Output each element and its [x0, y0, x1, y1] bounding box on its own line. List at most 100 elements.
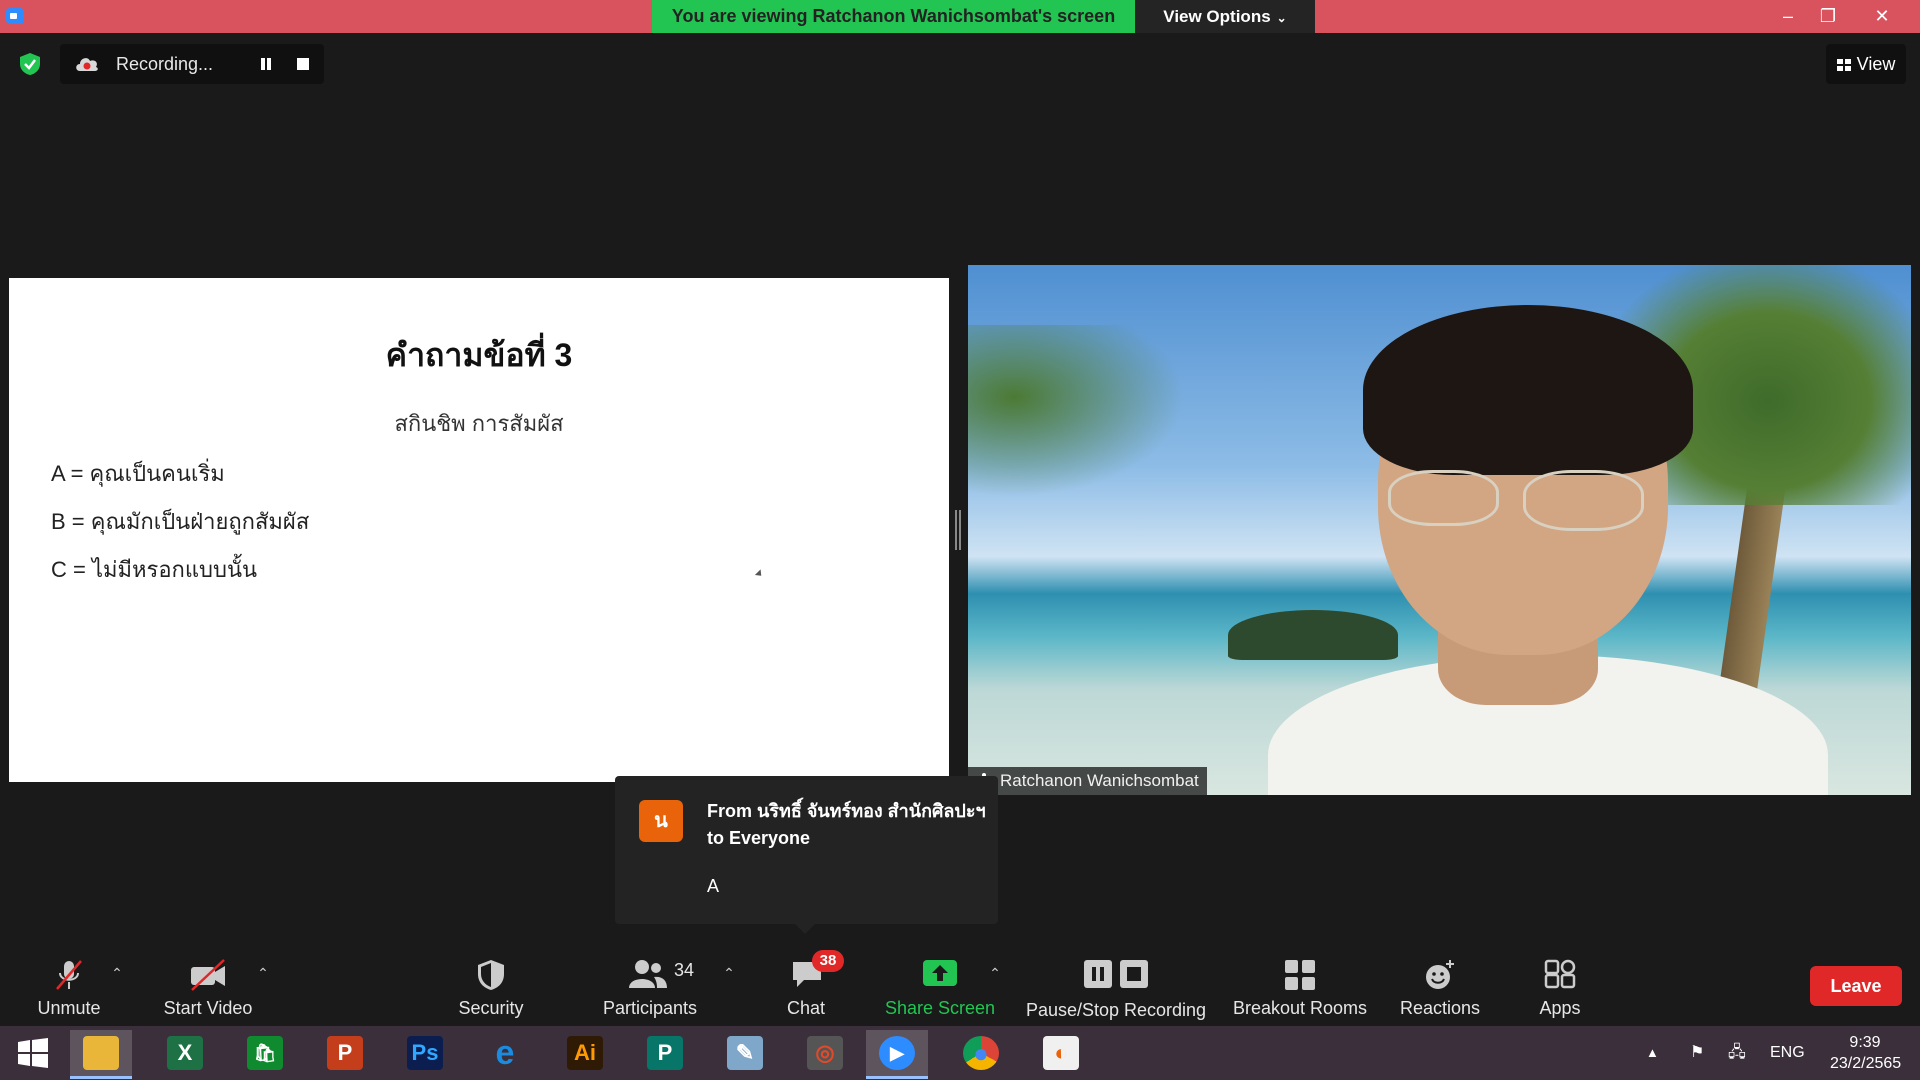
split-divider-handle[interactable]: [955, 510, 961, 550]
slide-subtitle: สกินชิพ การสัมผัส: [394, 411, 564, 436]
slide-option-a: A = คุณเป็นคนเริ่ม: [51, 461, 225, 486]
tray-overflow-chevron-icon[interactable]: ▲: [1646, 1026, 1659, 1080]
security-label: Security: [458, 998, 524, 1018]
video-glasses-left: [1388, 470, 1499, 526]
shared-screen-slide: คำถามข้อที่ 3 สกินชิพ การสัมผัส A = คุณเ…: [9, 278, 949, 782]
input-language[interactable]: ENG: [1770, 1026, 1805, 1080]
security-shield-icon[interactable]: [18, 52, 42, 76]
participants-icon: [629, 960, 667, 988]
taskbar-photoscape[interactable]: ◎: [794, 1030, 856, 1076]
share-screen-button[interactable]: Share Screen: [884, 948, 996, 1026]
taskbar-clock[interactable]: 9:39 23/2/2565: [1830, 1032, 1902, 1074]
slide-title: คำถามข้อที่ 3: [385, 337, 573, 373]
excel-icon: X: [167, 1036, 203, 1070]
slide-option-b: B = คุณมักเป็นฝ่ายถูกสัมผัส: [51, 509, 310, 534]
pause-stop-recording-button[interactable]: Pause/Stop Recording: [1024, 948, 1208, 1026]
breakout-rooms-button[interactable]: Breakout Rooms: [1230, 948, 1370, 1026]
recording-status: Recording...: [116, 54, 214, 74]
apps-label: Apps: [1539, 998, 1581, 1018]
action-center-flag-icon[interactable]: ⚑: [1690, 1026, 1704, 1080]
participants-options-caret-icon[interactable]: ⌃: [720, 964, 738, 982]
video-off-icon: [191, 959, 225, 991]
chrome-icon: ●: [963, 1036, 999, 1070]
clock-date: 23/2/2565: [1830, 1055, 1902, 1072]
meeting-toolbar: Unmute ⌃ Start Video ⌃ Security 34 Parti…: [0, 948, 1920, 1026]
video-palm-leaves-left: [968, 325, 1198, 505]
illustrator-icon: Ai: [567, 1036, 603, 1070]
security-button[interactable]: Security: [446, 948, 536, 1026]
taskbar-excel[interactable]: X: [154, 1030, 216, 1076]
chat-button[interactable]: 38 Chat: [768, 948, 844, 1026]
participant-name: Ratchanon Wanichsombat: [1000, 771, 1199, 790]
reactions-label: Reactions: [1399, 998, 1481, 1018]
unmute-label: Unmute: [37, 998, 101, 1018]
taskbar-store[interactable]: 🛍: [234, 1030, 296, 1076]
chat-sender-avatar: น: [639, 800, 683, 842]
clock-time: 9:39: [1849, 1034, 1881, 1051]
view-options-button[interactable]: View Options ⌄: [1135, 0, 1315, 33]
taskbar-notepad[interactable]: ✎: [714, 1030, 776, 1076]
restore-button[interactable]: ❐: [1808, 0, 1848, 33]
slide-option-c: C = ไม่มีหรอกแบบนั้น: [51, 557, 258, 582]
paint-icon: ◐: [1043, 1036, 1079, 1070]
video-options-caret-icon[interactable]: ⌃: [254, 964, 272, 982]
video-glasses-right: [1523, 470, 1644, 531]
chat-notification-popup[interactable]: น From นริทธิ์ จันทร์ทอง สำนักศิลปะฯ to …: [615, 776, 998, 934]
close-button[interactable]: ✕: [1862, 0, 1902, 33]
taskbar-paint[interactable]: ◐: [1030, 1030, 1092, 1076]
reactions-emoji-icon: [1426, 960, 1454, 989]
taskbar-file-explorer[interactable]: [70, 1030, 132, 1079]
breakout-rooms-icon: [1285, 960, 1315, 990]
powerpoint-icon: P: [327, 1036, 363, 1070]
security-shield-outline-icon: [478, 960, 504, 990]
mouse-pointer-icon: [754, 569, 765, 579]
video-island: [1228, 610, 1398, 660]
taskbar-internet-explorer[interactable]: e: [474, 1030, 536, 1076]
audio-options-caret-icon[interactable]: ⌃: [108, 964, 126, 982]
apps-icon: [1544, 959, 1576, 989]
apps-button[interactable]: Apps: [1520, 948, 1600, 1026]
photoshop-icon: Ps: [407, 1036, 443, 1070]
taskbar-publisher[interactable]: P: [634, 1030, 696, 1076]
chat-message-text: A: [707, 876, 720, 896]
taskbar-powerpoint[interactable]: P: [314, 1030, 376, 1076]
stop-recording-button[interactable]: [297, 58, 309, 70]
taskbar-zoom[interactable]: ▶: [866, 1030, 928, 1079]
view-button[interactable]: View: [1826, 44, 1906, 84]
minimize-button[interactable]: –: [1768, 0, 1808, 33]
pause-stop-icon: [1084, 960, 1148, 988]
chat-label: Chat: [786, 998, 826, 1018]
breakout-rooms-label: Breakout Rooms: [1232, 998, 1368, 1018]
taskbar-chrome[interactable]: ●: [950, 1030, 1012, 1076]
muted-mic-icon: [56, 960, 82, 990]
network-icon[interactable]: 🖧: [1728, 1026, 1746, 1080]
pause-stop-recording-label: Pause/Stop Recording: [1025, 1000, 1207, 1020]
taskbar-illustrator[interactable]: Ai: [554, 1030, 616, 1076]
title-bar: You are viewing Ratchanon Wanichsombat's…: [0, 0, 1920, 33]
chat-unread-badge: 38: [812, 950, 844, 972]
leave-button[interactable]: Leave: [1810, 966, 1902, 1006]
view-label: View: [1856, 54, 1896, 74]
start-video-button[interactable]: Start Video: [150, 948, 266, 1026]
view-options-label: View Options: [1163, 7, 1271, 26]
taskbar-photoshop[interactable]: Ps: [394, 1030, 456, 1076]
participant-name-tag: Ratchanon Wanichsombat: [968, 767, 1207, 795]
photoscape-icon: ◎: [807, 1036, 843, 1070]
notepad-icon: ✎: [727, 1036, 763, 1070]
recording-indicator: Recording...: [60, 44, 324, 84]
reactions-button[interactable]: Reactions: [1390, 948, 1490, 1026]
share-options-caret-icon[interactable]: ⌃: [986, 964, 1004, 982]
windows-start-button[interactable]: [2, 1030, 64, 1076]
zoom-icon: ▶: [879, 1036, 915, 1070]
viewing-banner: You are viewing Ratchanon Wanichsombat's…: [652, 0, 1135, 33]
participants-button[interactable]: 34 Participants: [596, 948, 704, 1026]
internet-explorer-icon: e: [495, 1034, 515, 1072]
publisher-icon: P: [647, 1036, 683, 1070]
grid-view-icon: [1836, 59, 1851, 71]
share-screen-icon: [923, 960, 957, 986]
pause-recording-button[interactable]: [256, 54, 276, 74]
windows-taskbar: X 🛍 P Ps e Ai P ✎ ◎ ▶ ● ◐ ▲ ⚑ 🖧 ENG 9:39…: [0, 1026, 1920, 1080]
participants-count: 34: [674, 960, 695, 980]
unmute-button[interactable]: Unmute: [24, 948, 114, 1026]
cloud-recording-icon: [76, 58, 98, 71]
